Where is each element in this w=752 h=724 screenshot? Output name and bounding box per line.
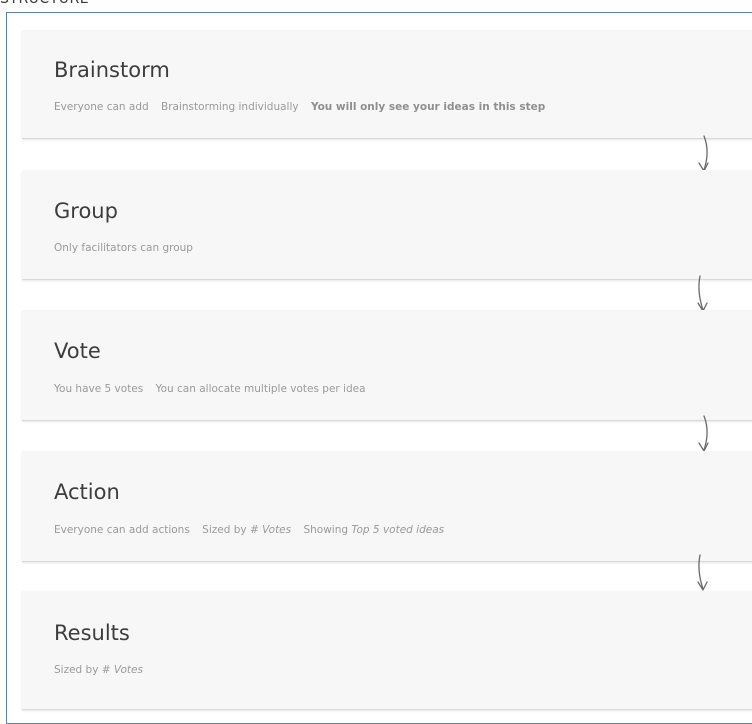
down-arrow-icon xyxy=(697,554,708,591)
step-meta: Sized by # Votes xyxy=(54,664,143,676)
meta-value: Top 5 voted ideas xyxy=(351,524,445,536)
step-card-results[interactable]: Results Sized by # Votes xyxy=(22,591,752,710)
meta-item: Brainstorming individually xyxy=(161,101,299,113)
meta-prefix: Sized by xyxy=(54,664,99,676)
step-meta: Everyone can add Brainstorming individua… xyxy=(54,101,545,113)
section-header: STRUCTURE xyxy=(0,0,89,8)
step-title: Group xyxy=(54,199,118,223)
step-card-brainstorm[interactable]: Brainstorm Everyone can add Brainstormin… xyxy=(22,30,752,139)
meta-value: # Votes xyxy=(249,524,292,536)
step-card-action[interactable]: Action Everyone can add actions Sized by… xyxy=(22,451,752,562)
down-arrow-icon xyxy=(698,135,709,172)
step-meta: Everyone can add actions Sized by # Vote… xyxy=(54,524,444,536)
meta-item: You can allocate multiple votes per idea xyxy=(155,383,366,395)
meta-item: You have 5 votes xyxy=(54,383,144,395)
down-arrow-icon xyxy=(698,415,709,452)
step-meta: Only facilitators can group xyxy=(54,242,193,254)
meta-prefix: Showing xyxy=(303,524,349,536)
step-title: Brainstorm xyxy=(54,58,170,82)
step-meta: You have 5 votes You can allocate multip… xyxy=(54,383,366,395)
page: { "header": { "text": "STRUCTURE" }, "st… xyxy=(0,0,752,724)
top-strip: STRUCTURE xyxy=(0,0,752,12)
meta-item: Only facilitators can group xyxy=(54,242,193,254)
meta-prefix: Sized by xyxy=(202,524,247,536)
meta-item: Everyone can add actions xyxy=(54,524,190,536)
step-card-group[interactable]: Group Only facilitators can group xyxy=(22,170,752,280)
step-title: Action xyxy=(54,480,120,504)
step-title: Vote xyxy=(54,339,101,363)
step-title: Results xyxy=(54,621,130,645)
down-arrow-icon xyxy=(697,275,708,312)
meta-item: Everyone can add xyxy=(54,101,149,113)
meta-value: # Votes xyxy=(101,664,143,676)
step-card-vote[interactable]: Vote You have 5 votes You can allocate m… xyxy=(22,310,752,421)
meta-item-emphasis: You will only see your ideas in this ste… xyxy=(310,101,546,113)
